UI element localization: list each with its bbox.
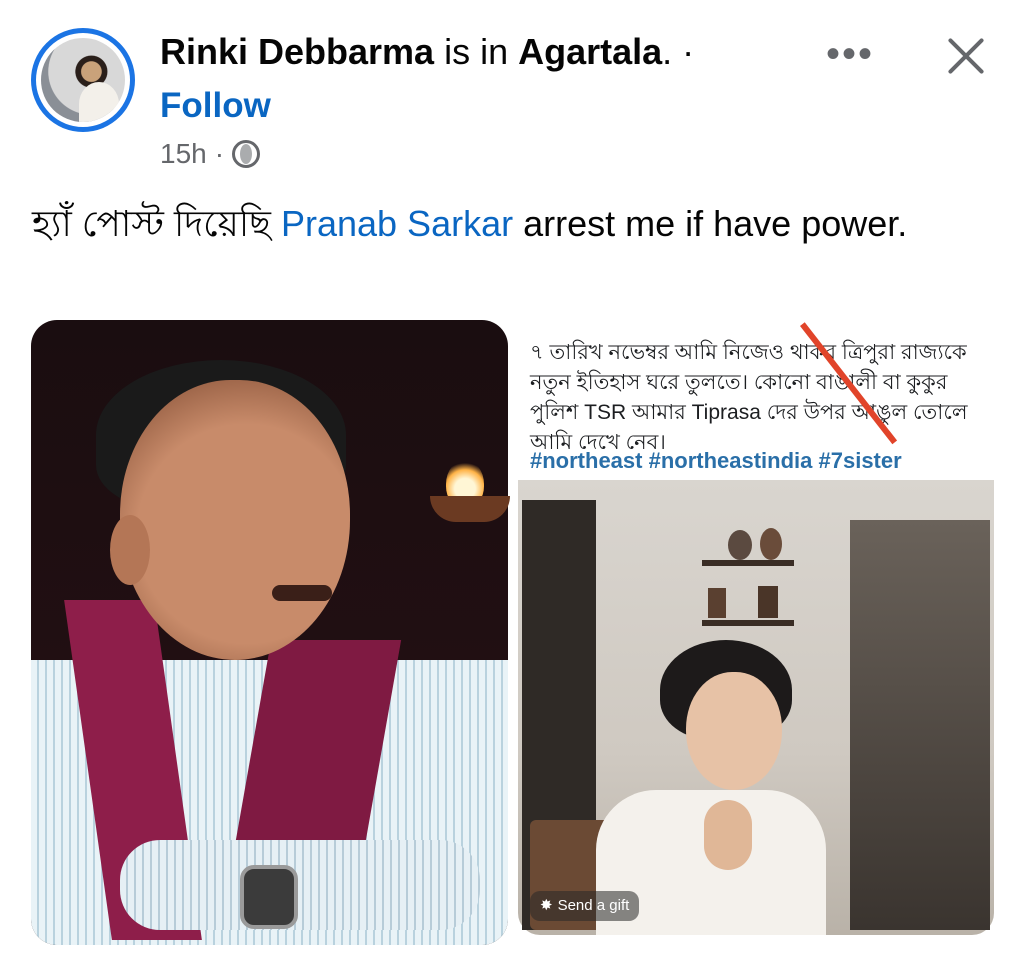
location-prefix: is in (434, 31, 519, 72)
vase (728, 530, 752, 560)
face (686, 672, 782, 790)
post-text: হ্যাঁ পোস্ট দিয়েছি Pranab Sarkar arrest… (32, 196, 932, 252)
meta-separator: · (214, 138, 225, 169)
post-text-suffix: arrest me if have power. (513, 203, 908, 244)
photo-frame (708, 588, 726, 618)
location-suffix: . · (662, 31, 695, 72)
send-gift-button[interactable]: ✸ Send a gift (530, 891, 640, 921)
gift-icon: ✸ (540, 897, 553, 914)
background-room (850, 520, 990, 930)
globe-icon[interactable] (232, 140, 261, 168)
ear (110, 515, 150, 585)
mention-link[interactable]: Pranab Sarkar (281, 203, 513, 244)
mustache (272, 585, 332, 601)
wristwatch (240, 865, 298, 929)
wall-shelf (702, 560, 794, 566)
post-meta: 15h · (160, 136, 261, 172)
location-name[interactable]: Agartala (518, 31, 662, 72)
post-time[interactable]: 15h (160, 136, 207, 172)
vase (760, 528, 782, 560)
more-icon[interactable]: ••• (826, 34, 874, 74)
close-icon[interactable] (940, 30, 992, 82)
folded-arms (120, 840, 480, 930)
post-text-prefix: হ্যাঁ পোস্ট দিয়েছি (32, 203, 281, 244)
avatar-photo (41, 38, 125, 122)
author-name[interactable]: Rinki Debbarma (160, 31, 434, 72)
face (120, 380, 350, 660)
send-gift-label: Send a gift (557, 897, 630, 914)
follow-button[interactable]: Follow (160, 86, 271, 126)
hand (704, 800, 752, 870)
wall-shelf (702, 620, 794, 626)
avatar[interactable] (31, 28, 135, 132)
shared-hashtags[interactable]: #northeast #northeastindia #7sister (530, 446, 902, 476)
photo-frame (758, 586, 778, 618)
post-header-line: Rinki Debbarma is in Agartala. · (160, 30, 694, 74)
shared-post-text: ৭ তারিখ নভেম্বর আমি নিজেও থাকব ত্রিপুরা … (530, 341, 968, 454)
